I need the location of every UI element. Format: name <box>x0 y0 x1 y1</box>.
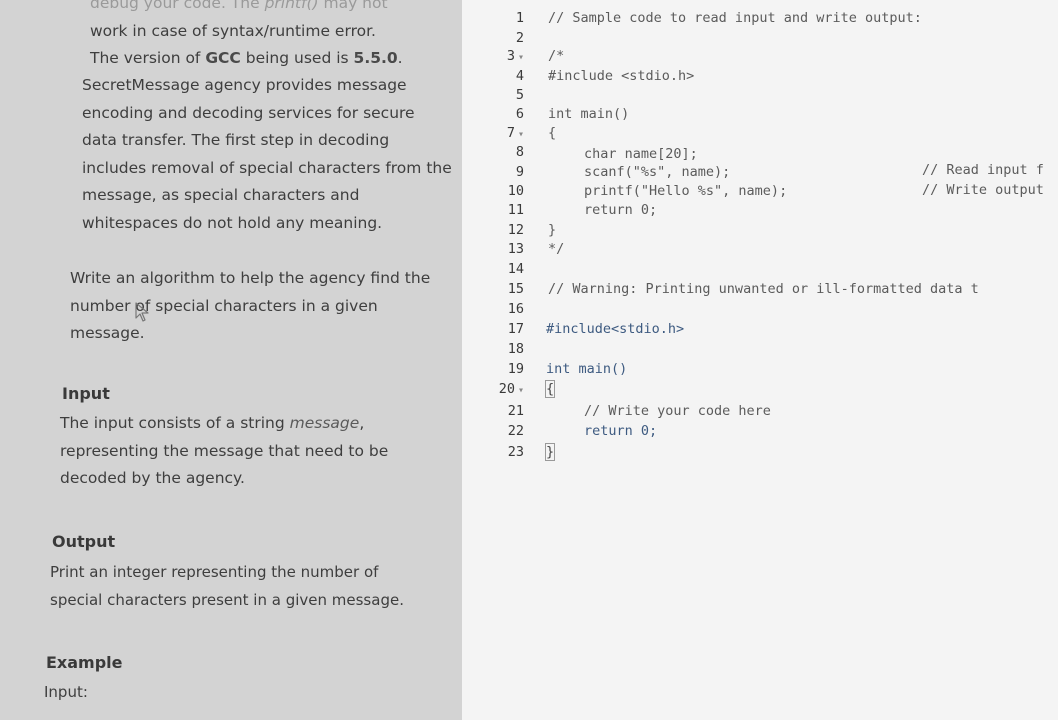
desc-line: data transfer. The first step in decodin… <box>82 131 390 149</box>
gcc-name: GCC <box>205 49 241 67</box>
input-line1-suffix: , <box>359 414 365 432</box>
line-number-foldable[interactable]: 7 ▾ <box>462 123 524 143</box>
code-line-22[interactable]: return 0; <box>584 421 657 441</box>
gcc-middle: being used is <box>240 49 354 67</box>
fold-arrow-icon[interactable]: ▾ <box>518 129 524 140</box>
code-line-9[interactable]: scanf("%s", name); <box>584 162 730 182</box>
intro-text: debug your code. The printf() may not wo… <box>90 0 462 73</box>
mouse-cursor-icon <box>135 302 149 322</box>
code-line-19[interactable]: int main() <box>546 359 627 379</box>
output-line: special characters present in a given me… <box>50 590 404 609</box>
input-line: decoded by the agency. <box>60 469 245 487</box>
line-number: 22 <box>507 423 524 439</box>
line-number: 23 <box>507 444 524 460</box>
input-description: The input consists of a string message, … <box>60 410 460 493</box>
line-number: 14 <box>507 261 524 277</box>
line-number-value: 20 <box>498 381 515 397</box>
gcc-suffix: . <box>397 49 403 67</box>
line-number: 5 <box>515 87 524 103</box>
code-line-23[interactable]: } <box>544 442 556 462</box>
example-heading: Example <box>46 653 123 672</box>
line-number: 19 <box>507 361 524 377</box>
desc-line: whitespaces do not hold any meaning. <box>82 213 383 232</box>
line-number: 6 <box>515 106 524 122</box>
example-input-label: Input: <box>44 683 88 701</box>
line-number: 8 <box>515 144 524 160</box>
line-number: 2 <box>515 30 524 46</box>
desc-line: encoding and decoding services for secur… <box>82 103 415 122</box>
output-heading: Output <box>52 532 116 551</box>
line-number: 15 <box>507 281 524 297</box>
code-line-4[interactable]: #include <stdio.h> <box>548 66 694 86</box>
problem-description: SecretMessage agency provides message en… <box>82 72 462 237</box>
code-line-10[interactable]: printf("Hello %s", name); <box>584 181 787 201</box>
line-number-foldable[interactable]: 3 ▾ <box>462 46 524 66</box>
input-line1-prefix: The input consists of a string <box>60 414 290 432</box>
code-line-3[interactable]: /* <box>548 46 564 66</box>
printf-function: printf() <box>264 0 319 12</box>
input-heading: Input <box>62 384 110 403</box>
screen: debug your code. The printf() may not wo… <box>0 0 1058 720</box>
line-number: 12 <box>507 222 524 238</box>
gcc-version: 5.5.0 <box>353 49 398 67</box>
task-line: number of special characters in a given <box>70 296 378 315</box>
intro-line1-suffix: may not <box>318 0 388 12</box>
code-line-15[interactable]: // Warning: Printing unwanted or ill-for… <box>548 279 979 299</box>
desc-line: message, as special characters and <box>82 186 360 204</box>
task-line: message. <box>70 324 145 342</box>
code-line-13[interactable]: */ <box>548 239 564 259</box>
desc-line: SecretMessage agency provides message <box>82 76 407 94</box>
task-description: Write an algorithm to help the agency fi… <box>70 265 462 348</box>
input-line1-em: message <box>289 414 360 432</box>
input-line: representing the message that need to be <box>60 441 389 460</box>
line-number: 21 <box>507 403 524 419</box>
code-line-8[interactable]: char name[20]; <box>584 144 698 164</box>
bracket-match-highlight: } <box>544 443 556 461</box>
line-number: 1 <box>515 10 524 26</box>
task-line: Write an algorithm to help the agency fi… <box>70 269 431 287</box>
line-number: 13 <box>507 241 524 257</box>
output-description: Print an integer representing the number… <box>50 559 450 614</box>
output-line: Print an integer representing the number… <box>50 563 379 581</box>
code-line-10-comment[interactable]: // Write output <box>922 180 1044 200</box>
code-line-21[interactable]: // Write your code here <box>584 401 771 421</box>
code-line-11[interactable]: return 0; <box>584 200 657 220</box>
intro-line1-prefix: debug your code. The <box>90 0 265 12</box>
code-line-7[interactable]: { <box>548 123 556 143</box>
fold-arrow-icon[interactable]: ▾ <box>518 52 524 63</box>
line-number-value: 3 <box>506 48 515 64</box>
line-number-gutter: 1 2 3 ▾ 4 5 6 7 ▾ 8 9 10 11 12 13 14 15 16… <box>462 0 540 720</box>
line-number: 10 <box>507 183 524 199</box>
line-number: 16 <box>507 301 524 317</box>
line-number-value: 7 <box>506 125 515 141</box>
bracket-match-highlight: { <box>544 380 556 398</box>
line-number: 18 <box>507 341 524 357</box>
code-line-12[interactable]: } <box>548 220 556 240</box>
fold-arrow-icon[interactable]: ▾ <box>518 385 524 396</box>
line-number: 17 <box>507 321 524 337</box>
gcc-prefix: The version of <box>90 49 206 67</box>
code-editor[interactable]: 1 2 3 ▾ 4 5 6 7 ▾ 8 9 10 11 12 13 14 15 16… <box>462 0 1058 720</box>
line-number: 4 <box>515 68 524 84</box>
code-line-9-comment[interactable]: // Read input f <box>922 160 1044 180</box>
code-line-6[interactable]: int main() <box>548 104 629 124</box>
code-line-17[interactable]: #include<stdio.h> <box>546 319 684 339</box>
line-number: 11 <box>507 202 524 218</box>
desc-line: includes removal of special characters f… <box>82 158 452 177</box>
code-line-1[interactable]: // Sample code to read input and write o… <box>548 8 922 28</box>
code-line-20[interactable]: { <box>544 379 556 399</box>
line-number: 9 <box>515 164 524 180</box>
problem-statement-panel: debug your code. The printf() may not wo… <box>0 0 462 720</box>
intro-line2: work in case of syntax/runtime error. <box>90 21 376 40</box>
line-number-foldable[interactable]: 20 ▾ <box>462 379 524 399</box>
